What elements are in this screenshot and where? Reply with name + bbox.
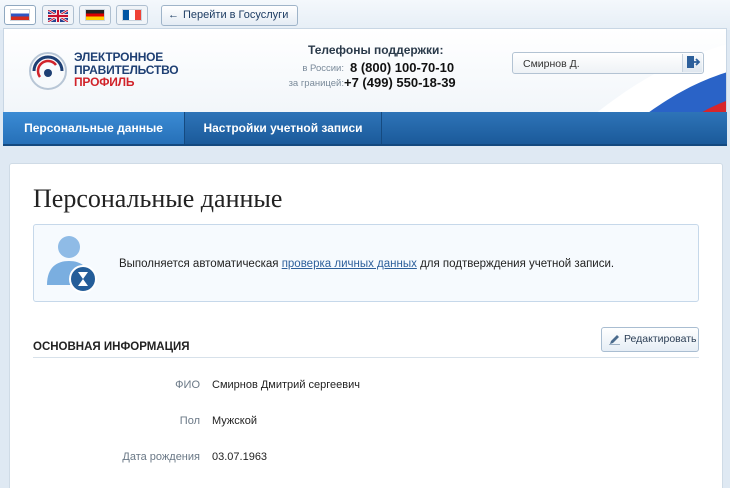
flag-de-button[interactable] [79, 5, 111, 25]
main-navigation: Персональные данные Настройки учетной за… [3, 112, 727, 146]
field-value: Смирнов Дмитрий сергеевич [212, 379, 360, 391]
logo-line-3: ПРОФИЛЬ [74, 75, 135, 89]
site-header: ЭЛЕКТРОННОЕ ПРАВИТЕЛЬСТВО ПРОФИЛЬ Телефо… [3, 28, 727, 112]
germany-flag-icon [85, 9, 105, 21]
flag-fr-button[interactable] [116, 5, 148, 25]
field-value: 03.07.1963 [212, 451, 268, 463]
field-full-name: ФИО Смирнов Дмитрий сергеевич [10, 379, 724, 395]
pencil-icon [609, 335, 620, 345]
tab-personal-data[interactable]: Персональные данные [3, 112, 184, 144]
nav-divider [381, 112, 382, 144]
notice-text: Выполняется автоматическая проверка личн… [119, 258, 614, 270]
tab-account-settings[interactable]: Настройки учетной записи [185, 112, 381, 144]
support-russia-phone: 8 (800) 100-70-10 [350, 60, 455, 75]
field-label: Пол [179, 415, 200, 427]
exit-icon [687, 56, 701, 68]
user-pending-icon [47, 236, 97, 293]
field-value: Мужской [212, 415, 257, 427]
uk-flag-icon [47, 8, 69, 24]
notice-text-before: Выполняется автоматическая [119, 258, 282, 270]
go-to-gosuslugi-button[interactable]: ← Перейти в Госуслуги [161, 5, 298, 26]
go-to-gosuslugi-label: Перейти в Госуслуги [183, 9, 289, 21]
edit-button-label: Редактировать [624, 333, 697, 345]
section-title-main-info: ОСНОВНАЯ ИНФОРМАЦИЯ [33, 341, 190, 353]
verification-notice: Выполняется автоматическая проверка личн… [33, 224, 699, 302]
logo-line-1: ЭЛЕКТРОННОЕ [74, 50, 164, 64]
support-phone-russia: в России: 8 (800) 100-70-10 [274, 60, 464, 75]
user-menu[interactable]: Смирнов Д. [512, 52, 704, 74]
field-gender: Пол Мужской [10, 415, 724, 431]
page-title: Персональные данные [33, 184, 283, 213]
gov-logo-icon[interactable] [26, 49, 70, 93]
arrow-left-icon: ← [168, 9, 179, 21]
support-russia-label: в России: [302, 63, 344, 74]
section-divider [33, 357, 699, 358]
notice-text-after: для подтверждения учетной записи. [416, 258, 615, 270]
support-abroad-label: за границей: [288, 78, 344, 89]
field-label: ФИО [175, 379, 200, 391]
gov-logo-text[interactable]: ЭЛЕКТРОННОЕ ПРАВИТЕЛЬСТВО ПРОФИЛЬ [74, 50, 179, 89]
support-abroad-phone: +7 (499) 550-18-39 [344, 75, 456, 90]
field-label: Дата рождения [122, 451, 200, 463]
support-phone-abroad: за границей: +7 (499) 550-18-39 [274, 75, 464, 90]
france-flag-icon [122, 9, 142, 21]
content-panel: Персональные данные Выполняется автомати… [9, 163, 723, 488]
russia-flag-icon [10, 9, 30, 21]
language-bar: ← Перейти в Госуслуги [0, 0, 730, 30]
flag-en-button[interactable] [42, 5, 74, 25]
flag-ru-button[interactable] [4, 5, 36, 25]
field-birth-date: Дата рождения 03.07.1963 [10, 451, 724, 467]
logout-button[interactable] [682, 54, 702, 72]
user-name[interactable]: Смирнов Д. [523, 58, 580, 70]
support-phones-title: Телефоны поддержки: [308, 43, 444, 57]
edit-button[interactable]: Редактировать [601, 327, 699, 352]
check-personal-data-link[interactable]: проверка личных данных [282, 258, 417, 270]
